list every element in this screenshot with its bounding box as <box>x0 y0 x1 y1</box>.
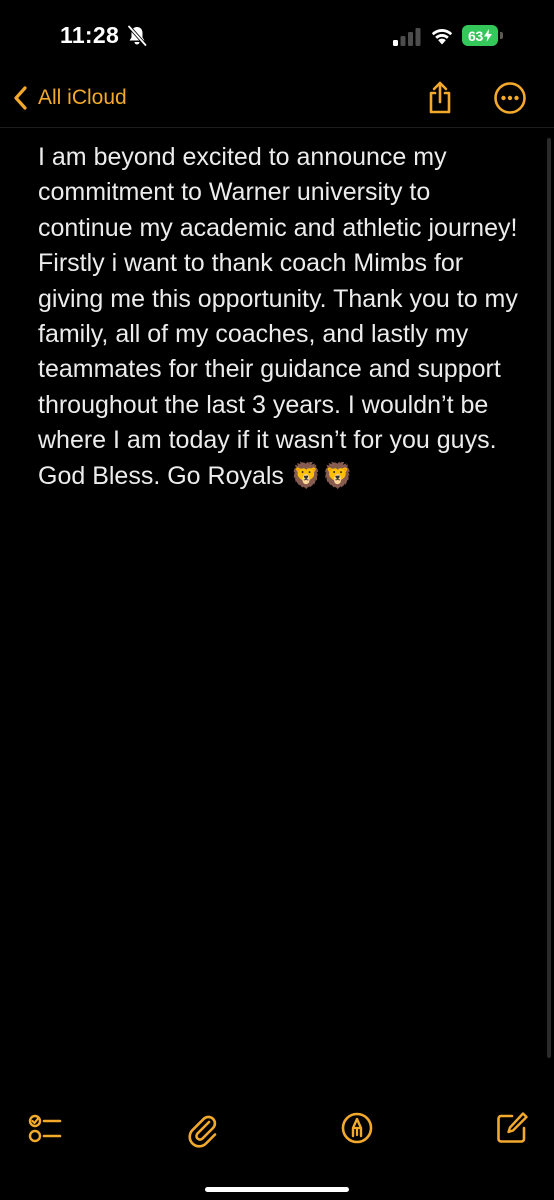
share-button[interactable] <box>420 78 460 118</box>
battery-cap <box>500 32 503 39</box>
more-button[interactable] <box>492 80 528 116</box>
nav-bar: All iCloud <box>0 70 554 126</box>
battery-charging-icon: 63 <box>462 25 498 46</box>
paperclip-icon <box>188 1115 217 1148</box>
status-time: 11:28 <box>60 22 120 48</box>
scroll-indicator[interactable] <box>547 138 551 1058</box>
share-icon <box>429 81 451 114</box>
markup-button[interactable] <box>337 1108 377 1148</box>
signal-icon <box>393 28 421 46</box>
markup-icon <box>341 1112 373 1144</box>
bottom-toolbar <box>0 1100 554 1160</box>
compose-icon <box>497 1112 528 1143</box>
more-icon <box>494 82 526 114</box>
note-body-text[interactable]: I am beyond excited to announce my commi… <box>38 140 528 494</box>
back-button[interactable]: All iCloud <box>12 76 127 120</box>
compose-button[interactable] <box>492 1108 532 1148</box>
battery-level: 63 <box>468 27 483 44</box>
back-label: All iCloud <box>38 86 127 109</box>
checklist-icon <box>28 1114 62 1143</box>
chevron-left-icon <box>14 86 27 110</box>
wifi-icon <box>431 29 453 45</box>
nav-divider <box>0 127 554 128</box>
battery-indicator: 63 <box>462 25 504 46</box>
status-bar: 11:28 63 <box>0 0 554 70</box>
bolt-icon <box>483 29 492 42</box>
attachment-button[interactable] <box>182 1108 222 1148</box>
home-indicator[interactable] <box>205 1187 349 1192</box>
bell-slash-icon <box>127 25 147 47</box>
checklist-button[interactable] <box>26 1108 66 1148</box>
